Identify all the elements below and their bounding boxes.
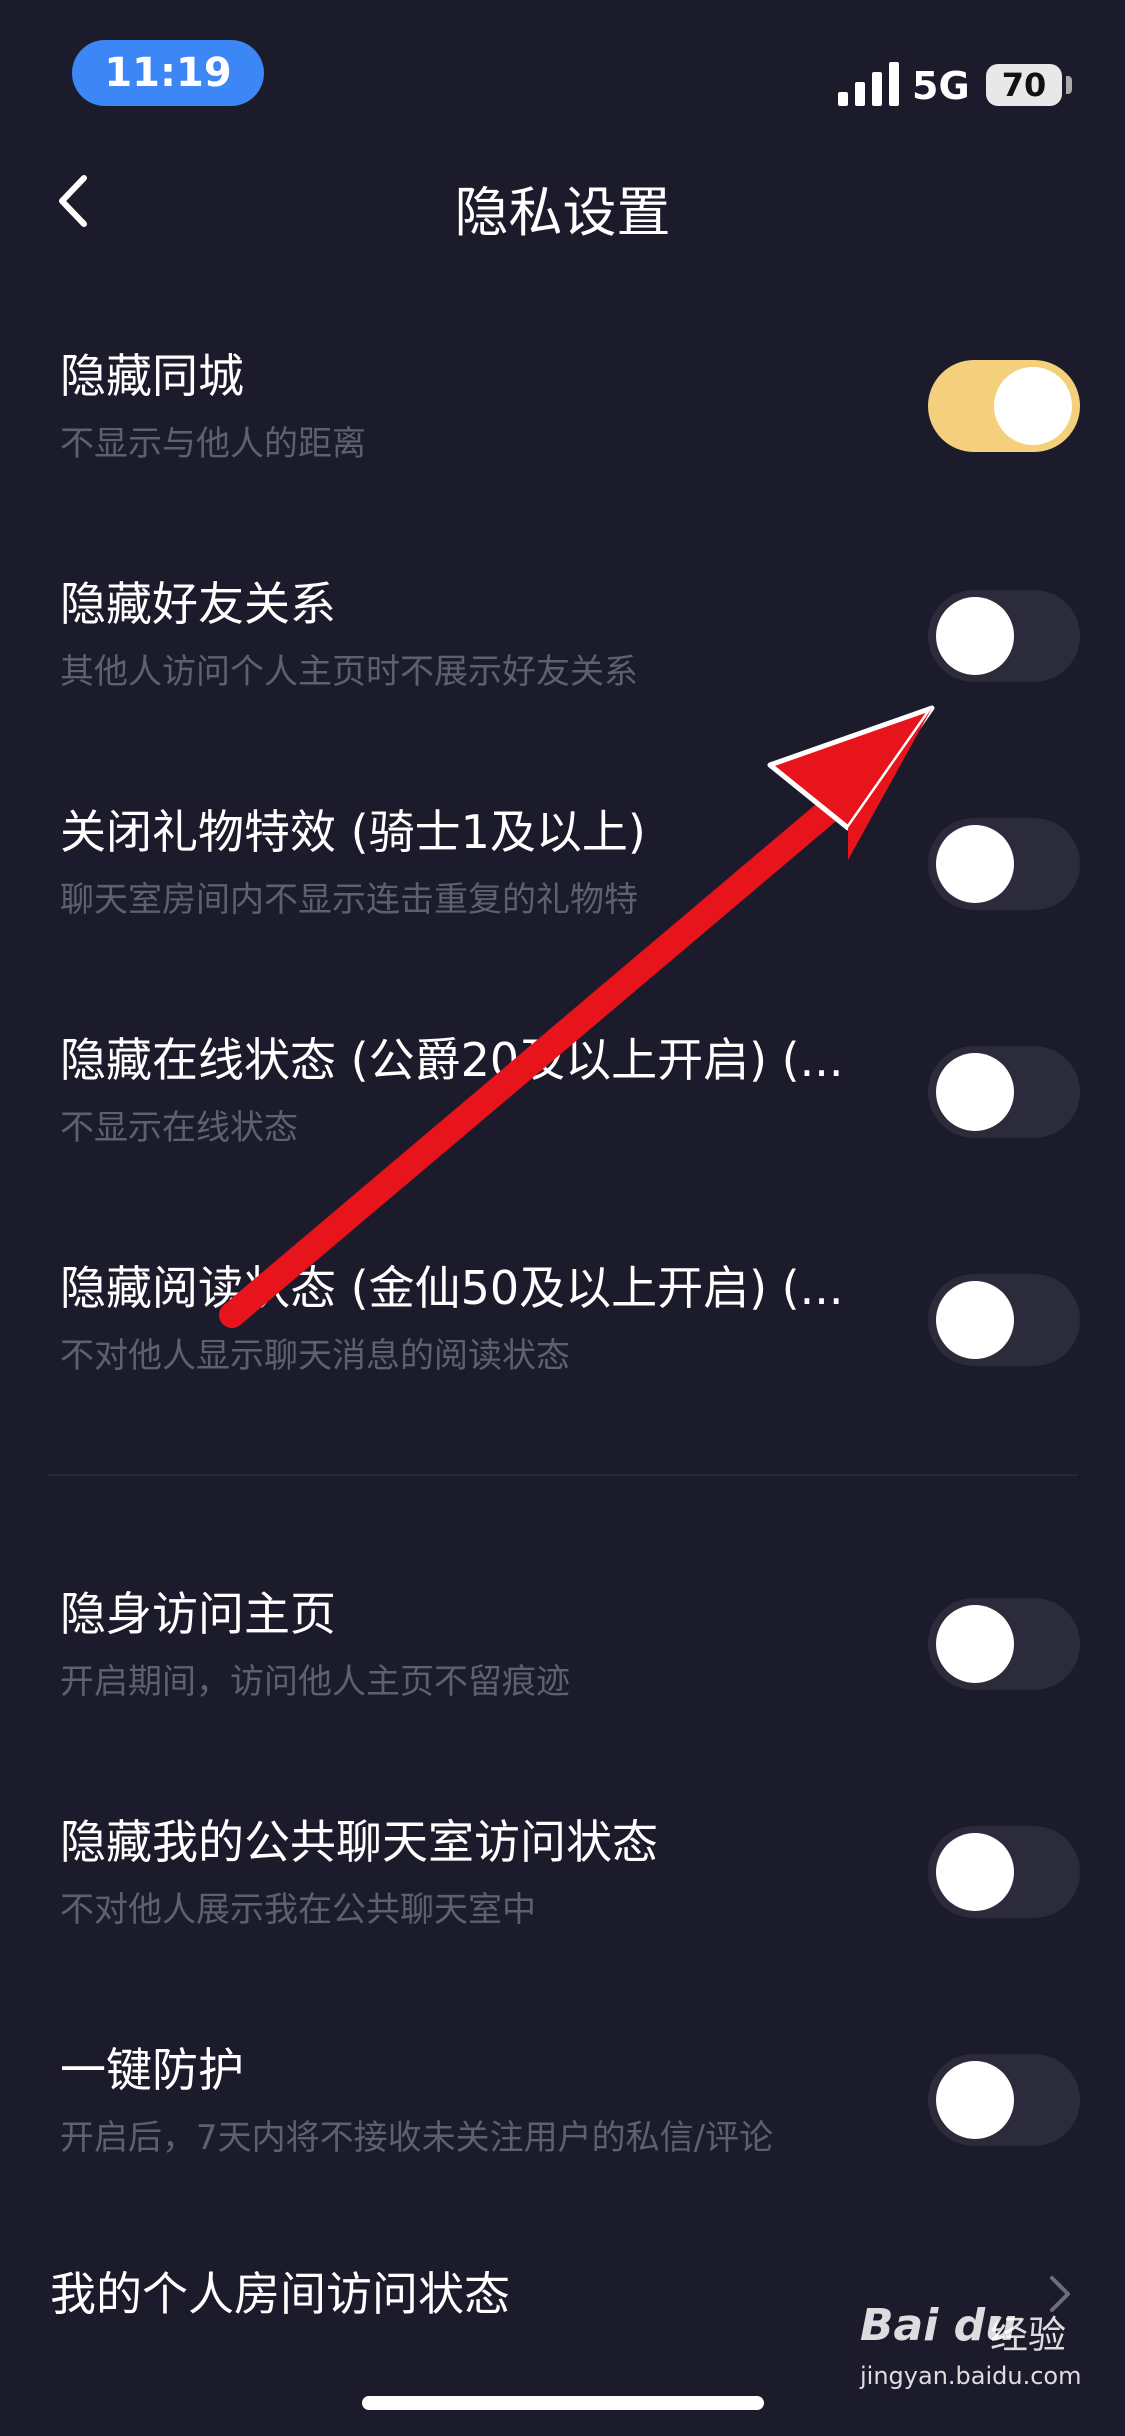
status-time: 11:19 (104, 50, 232, 96)
time-pill: 11:19 (72, 40, 264, 106)
setting-title: 隐身访问主页 (60, 1587, 336, 1641)
setting-description: 开启后，7天内将不接收未关注用户的私信/评论 (60, 2118, 774, 2158)
setting-description: 其他人访问个人主页时不展示好友关系 (60, 652, 638, 692)
home-indicator (362, 2396, 764, 2410)
link-row-label: 我的个人房间访问状态 (50, 2267, 510, 2321)
watermark-text: 经验 (990, 2313, 1067, 2357)
toggle-switch[interactable] (928, 1274, 1080, 1366)
page-title: 隐私设置 (454, 181, 671, 244)
setting-title: 隐藏阅读状态 (金仙50及以上开启) (... (60, 1261, 844, 1315)
setting-description: 不对他人显示聊天消息的阅读状态 (60, 1336, 570, 1376)
battery-level: 70 (1001, 66, 1047, 104)
setting-row: 隐藏我的公共聊天室访问状态不对他人展示我在公共聊天室中 (0, 1806, 1125, 2006)
setting-row: 隐藏在线状态 (公爵20及以上开启) (... 不显示在线状态 (0, 1024, 1125, 1224)
status-bar: 11:19 5G 70 (0, 0, 1125, 140)
signal-icon (838, 62, 899, 106)
setting-description: 聊天室房间内不显示连击重复的礼物特 (60, 880, 638, 920)
setting-title: 隐藏我的公共聊天室访问状态 (60, 1815, 658, 1869)
toggle-switch[interactable] (928, 590, 1080, 682)
toggle-knob (994, 367, 1072, 445)
nav-bar: 隐私设置 (0, 150, 1125, 250)
setting-row: 隐身访问主页开启期间，访问他人主页不留痕迹 (0, 1578, 1125, 1778)
setting-row: 隐藏同城不显示与他人的距离 (0, 340, 1125, 540)
setting-title: 隐藏好友关系 (60, 577, 336, 631)
setting-title: 隐藏同城 (60, 349, 244, 403)
battery-cap (1066, 76, 1072, 94)
setting-row: 隐藏好友关系其他人访问个人主页时不展示好友关系 (0, 568, 1125, 768)
toggle-knob (936, 1605, 1014, 1683)
toggle-switch[interactable] (928, 1598, 1080, 1690)
toggle-knob (936, 2061, 1014, 2139)
toggle-switch[interactable] (928, 818, 1080, 910)
section-divider (48, 1474, 1078, 1476)
baidu-jingyan-watermark: Bai du 经验 jingyan.baidu.com (860, 2300, 1082, 2410)
toggle-knob (936, 1281, 1014, 1359)
toggle-switch[interactable] (928, 2054, 1080, 2146)
setting-row: 关闭礼物特效 (骑士1及以上) 聊天室房间内不显示连击重复的礼物特 (0, 796, 1125, 996)
setting-description: 不对他人展示我在公共聊天室中 (60, 1890, 536, 1930)
setting-description: 不显示在线状态 (60, 1108, 298, 1148)
toggle-knob (936, 825, 1014, 903)
network-label: 5G (912, 64, 970, 108)
setting-description: 不显示与他人的距离 (60, 424, 366, 464)
toggle-switch[interactable] (928, 1826, 1080, 1918)
toggle-knob (936, 597, 1014, 675)
toggle-switch[interactable] (928, 1046, 1080, 1138)
battery-icon: 70 (986, 64, 1062, 106)
toggle-knob (936, 1833, 1014, 1911)
setting-title: 一键防护 (60, 2043, 244, 2097)
setting-title: 隐藏在线状态 (公爵20及以上开启) (... (60, 1033, 844, 1087)
setting-row: 一键防护开启后，7天内将不接收未关注用户的私信/评论 (0, 2034, 1125, 2234)
setting-row: 隐藏阅读状态 (金仙50及以上开启) (... 不对他人显示聊天消息的阅读状态 (0, 1252, 1125, 1452)
setting-description: 开启期间，访问他人主页不留痕迹 (60, 1662, 570, 1702)
setting-title: 关闭礼物特效 (骑士1及以上) (60, 805, 646, 859)
watermark-url: jingyan.baidu.com (860, 2362, 1082, 2390)
toggle-knob (936, 1053, 1014, 1131)
toggle-switch[interactable] (928, 360, 1080, 452)
